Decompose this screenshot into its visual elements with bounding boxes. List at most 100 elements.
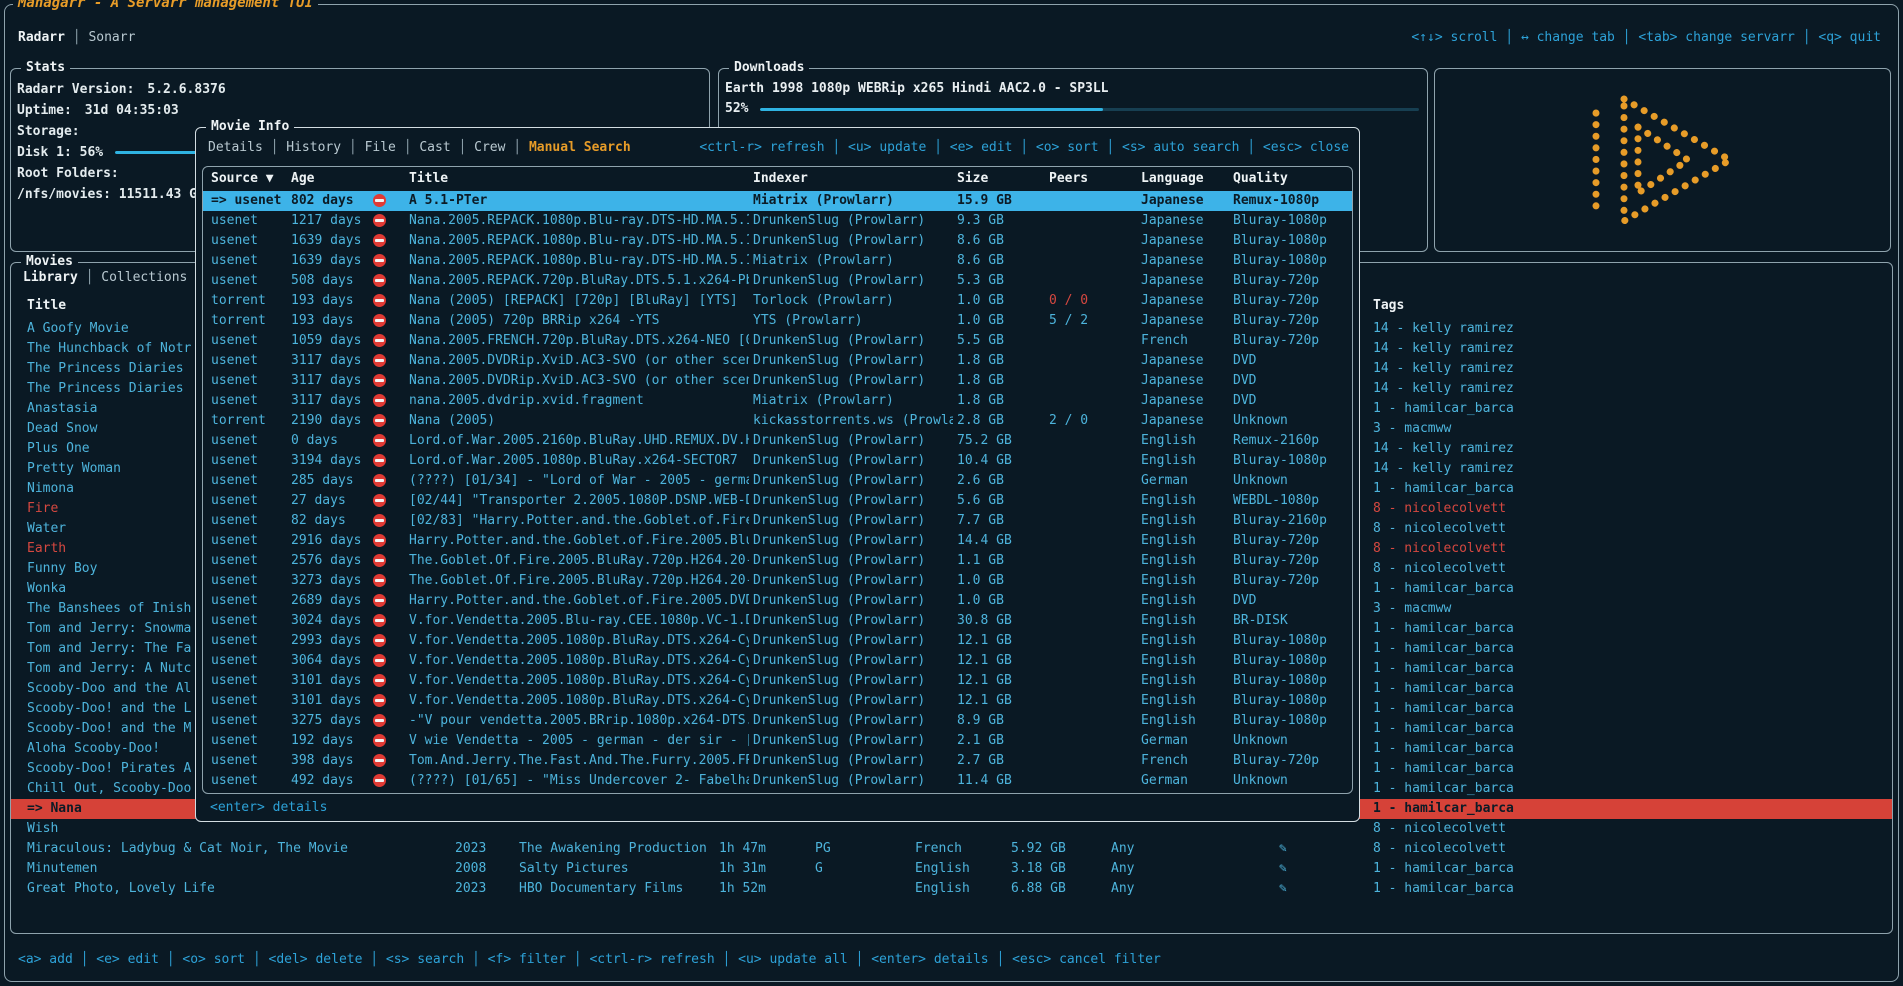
release-row[interactable]: torrent193 daysNana (2005) 720p BRRip x2…: [203, 311, 1352, 331]
release-row[interactable]: => usenet802 daysA 5.1-PTerMiatrix (Prow…: [203, 191, 1352, 211]
release-row[interactable]: usenet1639 daysNana.2005.REPACK.1080p.Bl…: [203, 231, 1352, 251]
release-row[interactable]: usenet3194 daysLord.of.War.2005.1080p.Bl…: [203, 451, 1352, 471]
release-age-cell: 193 days: [291, 311, 367, 331]
release-row[interactable]: usenet3101 daysV.for.Vendetta.2005.1080p…: [203, 671, 1352, 691]
release-age-cell: 802 days: [291, 191, 367, 211]
release-rejected-cell: [367, 471, 405, 491]
hint-separator: │: [1099, 140, 1122, 155]
release-row[interactable]: usenet3117 daysNana.2005.DVDRip.XviD.AC3…: [203, 371, 1352, 391]
movie-tags-cell: 1 - hamilcar_barca: [1363, 879, 1892, 899]
release-rejected-cell: [367, 191, 405, 211]
release-row[interactable]: usenet2916 daysHarry.Potter.and.the.Gobl…: [203, 531, 1352, 551]
release-row[interactable]: usenet285 days(????) [01/34] - "Lord of …: [203, 471, 1352, 491]
release-title-cell: Nana.2005.REPACK.1080p.Blu-ray.DTS-HD.MA…: [405, 231, 749, 251]
release-row[interactable]: usenet3101 daysV.for.Vendetta.2005.1080p…: [203, 691, 1352, 711]
release-size-cell: 7.7 GB: [953, 511, 1045, 531]
release-indexer-cell: DrunkenSlug (Prowlarr): [749, 211, 953, 231]
release-quality-cell: Bluray-720p: [1229, 531, 1352, 551]
release-row[interactable]: usenet1059 daysNana.2005.FRENCH.720p.Blu…: [203, 331, 1352, 351]
release-language-cell: English: [1137, 551, 1229, 571]
release-row[interactable]: usenet2689 daysHarry.Potter.and.the.Gobl…: [203, 591, 1352, 611]
release-size-cell: 1.0 GB: [953, 291, 1045, 311]
movie-row[interactable]: Wish8 - nicolecolvett: [11, 819, 1892, 839]
hint-separator: │: [926, 140, 949, 155]
release-row[interactable]: usenet82 days[02/83] "Harry.Potter.and.t…: [203, 511, 1352, 531]
movie-size-cell: 6.88 GB: [1007, 879, 1107, 899]
release-source-cell: usenet: [203, 771, 291, 791]
movie-info-hints: <ctrl-r> refresh │ <u> update │ <e> edit…: [699, 140, 1349, 155]
tab-cast[interactable]: Cast: [419, 140, 450, 155]
movie-rating-cell: [811, 819, 911, 839]
top-hints: <↑↓> scroll │ ↔ change tab │ <tab> chang…: [1411, 30, 1881, 45]
movie-row[interactable]: Miraculous: Ladybug & Cat Noir, The Movi…: [11, 839, 1892, 859]
release-title-cell: Nana.2005.DVDRip.XviD.AC3-SVO (or other …: [405, 371, 749, 391]
release-indexer-cell: DrunkenSlug (Prowlarr): [749, 691, 953, 711]
release-row[interactable]: usenet3273 daysThe.Goblet.Of.Fire.2005.B…: [203, 571, 1352, 591]
release-row[interactable]: usenet0 daysLord.of.War.2005.2160p.BluRa…: [203, 431, 1352, 451]
release-indexer-cell: DrunkenSlug (Prowlarr): [749, 671, 953, 691]
release-row[interactable]: usenet27 days[02/44] "Transporter 2.2005…: [203, 491, 1352, 511]
release-row[interactable]: usenet192 daysV wie Vendetta - 2005 - ge…: [203, 731, 1352, 751]
release-rejected-cell: [367, 731, 405, 751]
release-row[interactable]: usenet492 days(????) [01/65] - "Miss Und…: [203, 771, 1352, 791]
release-size-cell: 8.6 GB: [953, 231, 1045, 251]
tab-crew[interactable]: Crew: [474, 140, 505, 155]
release-rejected-cell: [367, 531, 405, 551]
release-quality-cell: Bluray-1080p: [1229, 211, 1352, 231]
radarr-version-label: Radarr Version:: [17, 79, 134, 100]
release-row[interactable]: usenet398 daysTom.And.Jerry.The.Fast.And…: [203, 751, 1352, 771]
release-peers-cell: [1045, 651, 1137, 671]
release-language-cell: English: [1137, 591, 1229, 611]
release-age-cell: 1059 days: [291, 331, 367, 351]
release-peers-cell: 5 / 2: [1045, 311, 1137, 331]
release-row[interactable]: torrent193 daysNana (2005) [REPACK] [720…: [203, 291, 1352, 311]
release-title-cell: Nana.2005.REPACK.720p.BluRay.DTS.5.1.x26…: [405, 271, 749, 291]
movie-language-cell: French: [911, 839, 1007, 859]
release-row[interactable]: torrent2190 daysNana (2005)kickasstorren…: [203, 411, 1352, 431]
tab-library[interactable]: Library: [23, 270, 78, 285]
release-quality-cell: DVD: [1229, 351, 1352, 371]
release-row[interactable]: usenet2993 daysV.for.Vendetta.2005.1080p…: [203, 631, 1352, 651]
release-row[interactable]: usenet3117 daysNana.2005.DVDRip.XviD.AC3…: [203, 351, 1352, 371]
release-title-cell: Harry.Potter.and.the.Goblet.of.Fire.2005…: [405, 531, 749, 551]
release-row[interactable]: usenet3064 daysV.for.Vendetta.2005.1080p…: [203, 651, 1352, 671]
release-peers-cell: [1045, 591, 1137, 611]
tab-separator: │: [263, 140, 286, 155]
release-row[interactable]: usenet3024 daysV.for.Vendetta.2005.Blu-r…: [203, 611, 1352, 631]
release-row[interactable]: usenet1217 daysNana.2005.REPACK.1080p.Bl…: [203, 211, 1352, 231]
release-source-cell: usenet: [203, 371, 291, 391]
release-title-cell: [02/44] "Transporter 2.2005.1080P.DSNP.W…: [405, 491, 749, 511]
tab-sonarr[interactable]: Sonarr: [88, 30, 135, 45]
keybinding-hint: <o> sort: [1036, 140, 1099, 155]
movie-monitored-cell: ✎: [1271, 839, 1363, 859]
release-row[interactable]: usenet508 daysNana.2005.REPACK.720p.BluR…: [203, 271, 1352, 291]
hint-separator: │: [159, 952, 182, 967]
tab-file[interactable]: File: [365, 140, 396, 155]
movie-info-modal: Movie Info Details │ History │ File │ Ca…: [195, 127, 1360, 822]
tab-details[interactable]: Details: [208, 140, 263, 155]
release-rejected-cell: [367, 371, 405, 391]
release-rejected-cell: [367, 711, 405, 731]
rejected-icon: [373, 614, 386, 627]
release-title-cell: Lord.of.War.2005.1080p.BluRay.x264-SECTO…: [405, 451, 749, 471]
hint-separator: │: [1795, 30, 1818, 45]
release-row[interactable]: usenet3117 daysnana.2005.dvdrip.xvid.fra…: [203, 391, 1352, 411]
tab-manual-search[interactable]: Manual Search: [529, 140, 631, 155]
release-age-cell: 3194 days: [291, 451, 367, 471]
release-row[interactable]: usenet3275 days-"V pour vendetta.2005.BR…: [203, 711, 1352, 731]
release-indexer-cell: DrunkenSlug (Prowlarr): [749, 651, 953, 671]
movie-tags-cell: 1 - hamilcar_barca: [1363, 619, 1892, 639]
release-rejected-cell: [367, 451, 405, 471]
tab-radarr[interactable]: Radarr: [18, 30, 65, 45]
release-language-cell: English: [1137, 491, 1229, 511]
tab-history[interactable]: History: [286, 140, 341, 155]
tab-collections[interactable]: Collections: [101, 270, 187, 285]
release-row[interactable]: usenet2576 daysThe.Goblet.Of.Fire.2005.B…: [203, 551, 1352, 571]
column-header-tags: Tags: [1363, 293, 1892, 319]
movie-title-cell: Miraculous: Ladybug & Cat Noir, The Movi…: [11, 839, 451, 859]
movie-row[interactable]: Great Photo, Lovely Life2023HBO Document…: [11, 879, 1892, 899]
rejected-icon: [373, 594, 386, 607]
movie-row[interactable]: Minutemen2008Salty Pictures1h 31mGEnglis…: [11, 859, 1892, 879]
movie-runtime-cell: 1h 47m: [715, 839, 811, 859]
release-row[interactable]: usenet1639 daysNana.2005.REPACK.1080p.Bl…: [203, 251, 1352, 271]
